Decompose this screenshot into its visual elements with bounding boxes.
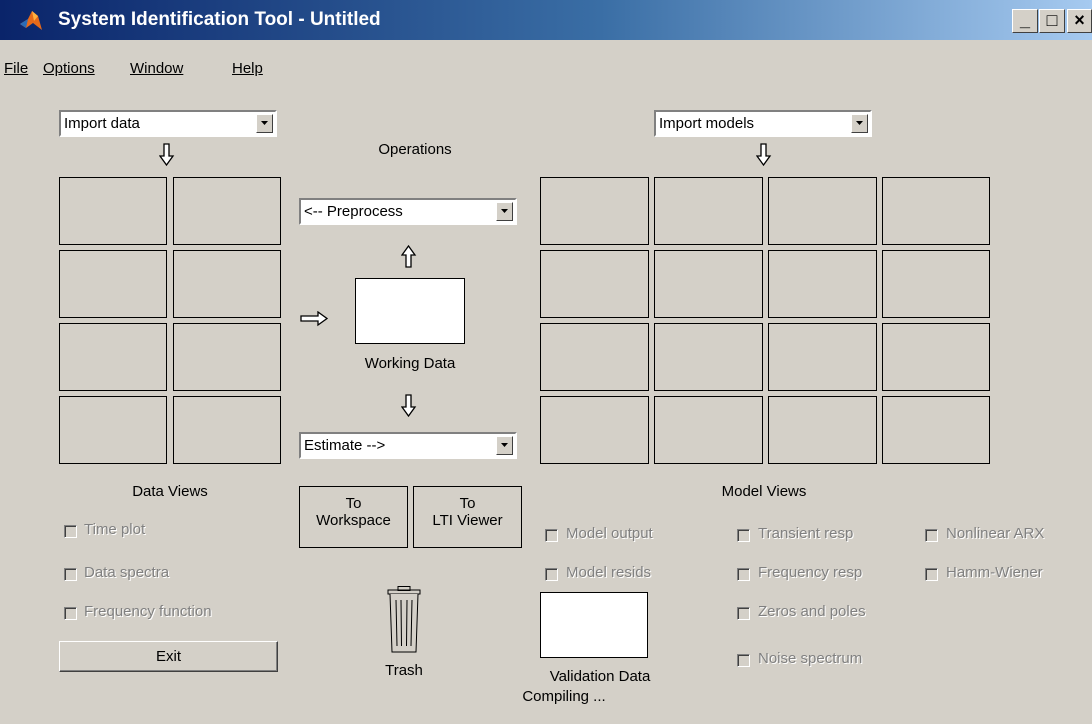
data-slot[interactable]: [173, 323, 281, 391]
zeros-poles-label: Zeros and poles: [758, 603, 866, 620]
model-output-checkbox[interactable]: [545, 529, 558, 542]
menu-options[interactable]: Options: [43, 60, 95, 77]
maximize-button[interactable]: □: [1039, 9, 1065, 33]
model-slot[interactable]: [540, 323, 649, 391]
arrow-down-icon: [756, 143, 772, 167]
minimize-button[interactable]: _: [1012, 9, 1038, 33]
preprocess-dropdown[interactable]: <-- Preprocess: [299, 198, 517, 225]
chevron-down-icon: [496, 436, 513, 455]
model-slot[interactable]: [882, 177, 990, 245]
frequency-function-label: Frequency function: [84, 603, 212, 620]
transient-resp-label: Transient resp: [758, 525, 854, 542]
model-slot[interactable]: [882, 250, 990, 318]
frequency-resp-label: Frequency resp: [758, 564, 863, 581]
model-resids-label: Model resids: [566, 564, 652, 581]
arrow-up-icon: [401, 244, 417, 268]
noise-spectrum-checkbox[interactable]: [737, 654, 750, 667]
model-slot[interactable]: [654, 323, 763, 391]
menu-bar: File Options Window Help: [0, 60, 1092, 90]
model-slot[interactable]: [654, 250, 763, 318]
nonlinear-arx-label: Nonlinear ARX: [946, 525, 1045, 542]
chevron-down-icon: [851, 114, 868, 133]
model-output-label: Model output: [566, 525, 653, 542]
model-slot[interactable]: [768, 396, 877, 464]
model-slot[interactable]: [540, 396, 649, 464]
data-slot[interactable]: [59, 177, 167, 245]
model-views-label: Model Views: [721, 483, 807, 500]
arrow-down-icon: [401, 394, 417, 418]
model-slot[interactable]: [540, 177, 649, 245]
model-slot[interactable]: [654, 396, 763, 464]
operations-label: Operations: [378, 141, 452, 158]
validation-data-box[interactable]: [540, 592, 648, 658]
data-slot[interactable]: [173, 177, 281, 245]
data-spectra-label: Data spectra: [84, 564, 170, 581]
data-spectra-checkbox[interactable]: [64, 568, 77, 581]
validation-data-label: Validation Data: [549, 668, 651, 685]
to-workspace-button[interactable]: To Workspace: [299, 486, 408, 548]
minimize-icon: _: [1019, 10, 1030, 30]
arrow-right-icon: [300, 311, 329, 327]
close-icon: ×: [1074, 10, 1085, 30]
model-slot[interactable]: [882, 396, 990, 464]
trash-can-icon[interactable]: [386, 586, 422, 654]
title-bar: System Identification Tool - Untitled _ …: [0, 0, 1092, 40]
hamm-wiener-checkbox[interactable]: [925, 568, 938, 581]
noise-spectrum-label: Noise spectrum: [758, 650, 863, 667]
working-data-box[interactable]: [355, 278, 465, 344]
estimate-dropdown[interactable]: Estimate -->: [299, 432, 517, 459]
import-models-dropdown[interactable]: Import models: [654, 110, 872, 137]
trash-label: Trash: [385, 662, 423, 679]
to-lti-viewer-button[interactable]: To LTI Viewer: [413, 486, 522, 548]
model-slot[interactable]: [882, 323, 990, 391]
working-data-label: Working Data: [364, 355, 456, 372]
chevron-down-icon: [256, 114, 273, 133]
hamm-wiener-label: Hamm-Wiener: [946, 564, 1043, 581]
model-slot[interactable]: [768, 323, 877, 391]
exit-button[interactable]: Exit: [59, 641, 278, 672]
chevron-down-icon: [496, 202, 513, 221]
menu-window[interactable]: Window: [130, 60, 183, 77]
menu-help[interactable]: Help: [232, 60, 263, 77]
model-slot[interactable]: [540, 250, 649, 318]
data-slot[interactable]: [173, 250, 281, 318]
data-views-label: Data Views: [132, 483, 208, 500]
import-data-dropdown[interactable]: Import data: [59, 110, 277, 137]
model-slot[interactable]: [768, 177, 877, 245]
maximize-icon: □: [1046, 10, 1058, 30]
arrow-down-icon: [159, 143, 175, 167]
close-button[interactable]: ×: [1067, 9, 1092, 33]
menu-file[interactable]: File: [4, 60, 28, 77]
data-slot[interactable]: [59, 250, 167, 318]
model-slot[interactable]: [654, 177, 763, 245]
time-plot-label: Time plot: [84, 521, 146, 538]
matlab-logo-icon: [20, 11, 42, 30]
status-text: Compiling ...: [522, 688, 606, 705]
frequency-resp-checkbox[interactable]: [737, 568, 750, 581]
frequency-function-checkbox[interactable]: [64, 607, 77, 620]
transient-resp-checkbox[interactable]: [737, 529, 750, 542]
model-slot[interactable]: [768, 250, 877, 318]
data-slot[interactable]: [173, 396, 281, 464]
nonlinear-arx-checkbox[interactable]: [925, 529, 938, 542]
window-title: System Identification Tool - Untitled: [58, 9, 381, 30]
model-resids-checkbox[interactable]: [545, 568, 558, 581]
time-plot-checkbox[interactable]: [64, 525, 77, 538]
zeros-poles-checkbox[interactable]: [737, 607, 750, 620]
data-slot[interactable]: [59, 323, 167, 391]
data-slot[interactable]: [59, 396, 167, 464]
